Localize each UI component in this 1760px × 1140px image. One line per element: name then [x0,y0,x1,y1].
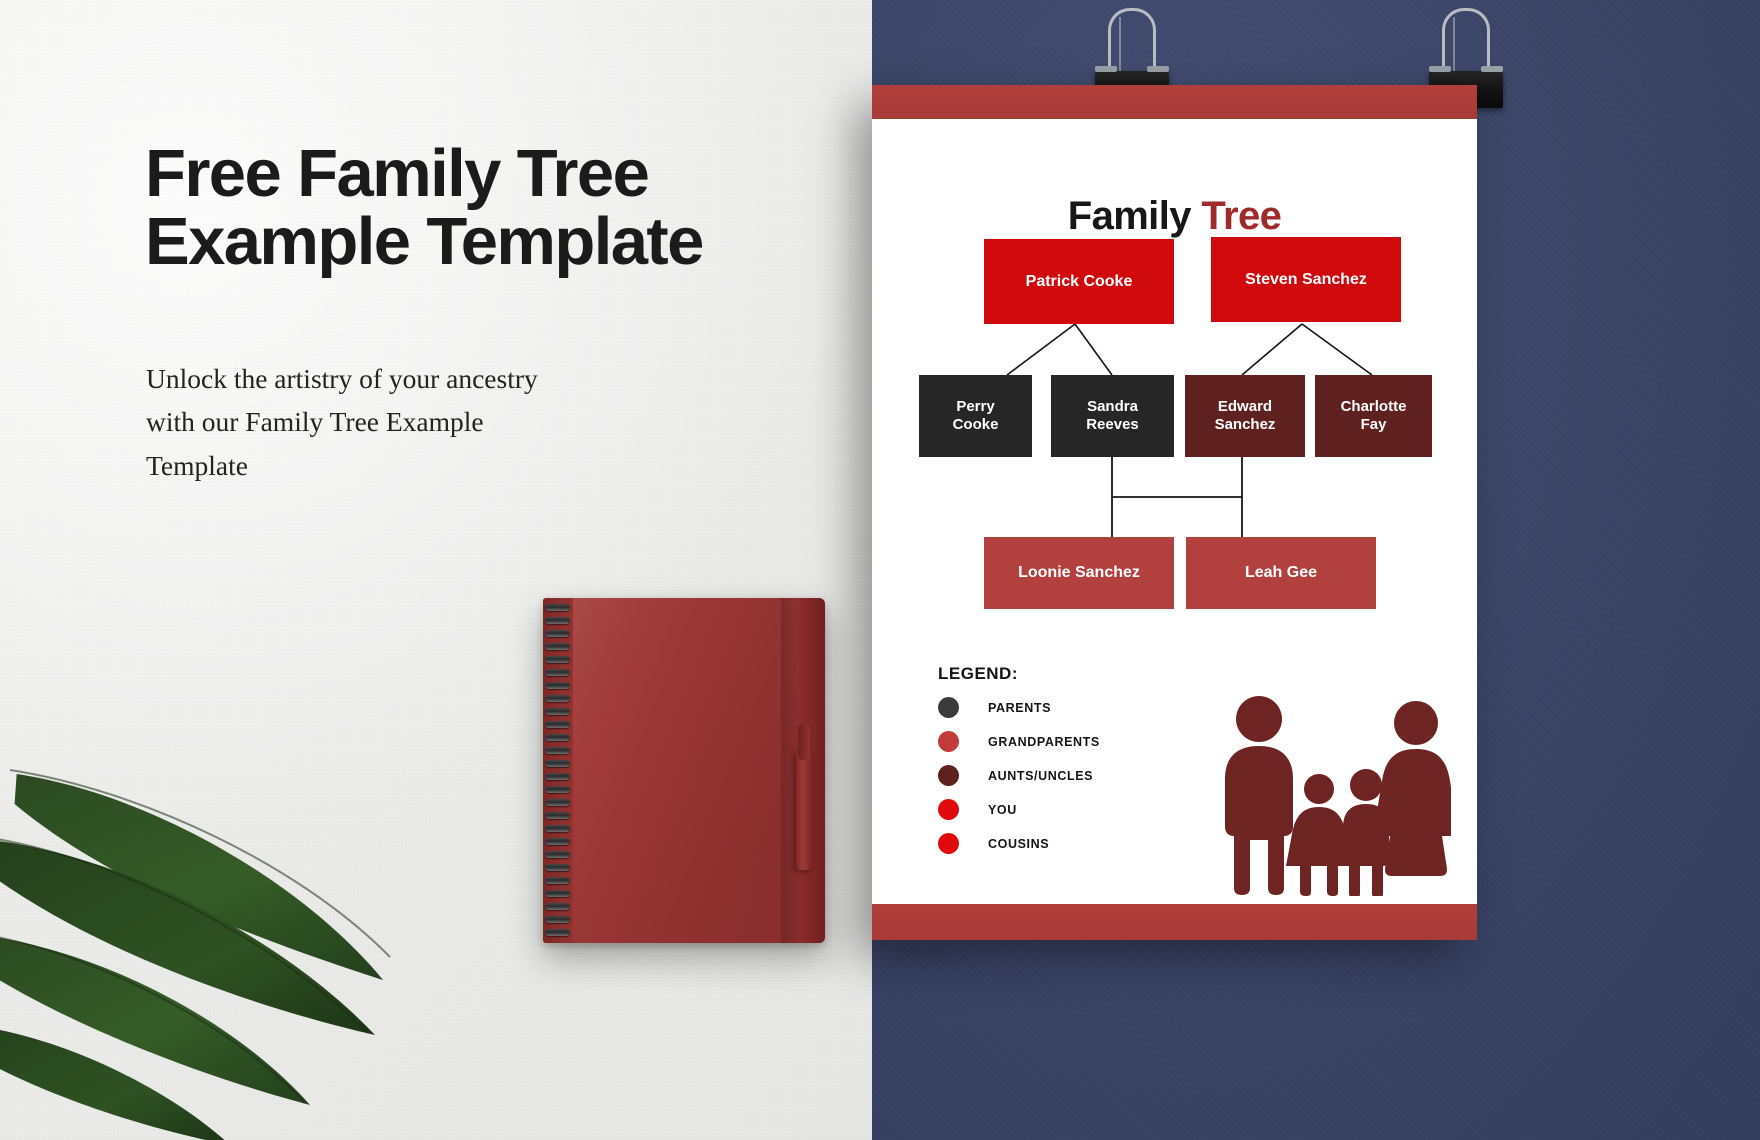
tree-node-generation2-0[interactable]: Perry Cooke [919,375,1032,457]
tree-node-generation3-0[interactable]: Loonie Sanchez [984,537,1174,609]
family-tree-poster: Family Tree Patrick Cooke Steven Sanchez… [872,85,1477,940]
legend-color-dot [938,833,959,854]
spiral-ring [545,695,570,702]
notebook-spiral-binding [543,598,573,943]
legend-item-label: GRANDPARENTS [988,734,1100,749]
tree-node-label: Edward Sanchez [1214,398,1276,433]
spiral-ring [545,825,570,832]
legend-item-label: COUSINS [988,836,1050,851]
spiral-ring [545,604,570,611]
legend-item-0: PARENTS [938,697,1218,718]
spiral-ring [545,630,570,637]
spiral-ring [545,760,570,767]
tree-node-generation3-1[interactable]: Leah Gee [1186,537,1376,609]
spiral-ring [545,864,570,871]
legend-item-label: AUNTS/UNCLES [988,768,1094,783]
legend-title: LEGEND: [938,664,1018,683]
legend-item-label: YOU [988,802,1017,817]
tree-node-generation1-1[interactable]: Steven Sanchez [1211,237,1401,322]
spiral-ring [545,708,570,715]
legend-rows: PARENTS GRANDPARENTS AUNTS/UNCLES YOU COUSIN… [938,697,1218,854]
spiral-ring [545,747,570,754]
spiral-ring [545,929,570,936]
spiral-ring [545,734,570,741]
notebook-mockup [543,598,825,943]
legend-item-4: COUSINS [938,833,1218,854]
legend-item-1: GRANDPARENTS [938,731,1218,752]
legend-color-dot [938,765,959,786]
tree-node-label: Charlotte Fay [1340,398,1407,433]
spiral-ring [545,903,570,910]
tree-node-generation1-0[interactable]: Patrick Cooke [984,239,1174,324]
poster-bottom-band [872,904,1477,940]
page-subcopy: Unlock the artistry of your ancestry wit… [146,363,538,481]
tree-node-generation2-3[interactable]: Charlotte Fay [1315,375,1432,457]
poster-top-band [872,85,1477,119]
legend: LEGEND: PARENTS GRANDPARENTS AUNTS/UNCLES Y… [938,664,1218,854]
spiral-ring [545,656,570,663]
spiral-ring [545,773,570,780]
promo-mockup-scene: Free Family Tree Example Template Unlock… [0,0,1760,1140]
spiral-ring [545,890,570,897]
spiral-ring [545,851,570,858]
spiral-ring [545,617,570,624]
spiral-ring [545,812,570,819]
legend-color-dot [938,731,959,752]
page-headline: Free Family Tree Example Template [145,136,704,280]
spiral-ring [545,669,570,676]
spiral-ring [545,682,570,689]
spiral-ring [545,799,570,806]
tree-node-generation2-1[interactable]: Sandra Reeves [1051,375,1174,457]
palm-leaves-decoration [0,745,450,1140]
spiral-ring [545,916,570,923]
poster-content: Family Tree Patrick Cooke Steven Sanchez… [872,119,1477,904]
spiral-ring [545,877,570,884]
legend-item-2: AUNTS/UNCLES [938,765,1218,786]
tree-node-label: Perry Cooke [952,398,999,433]
spiral-ring [545,838,570,845]
tree-node-generation2-2[interactable]: Edward Sanchez [1185,375,1305,457]
legend-item-3: YOU [938,799,1218,820]
legend-color-dot [938,799,959,820]
legend-color-dot [938,697,959,718]
legend-item-label: PARENTS [988,700,1052,715]
spiral-ring [545,721,570,728]
tree-node-label: Sandra Reeves [1086,398,1139,433]
spiral-ring [545,643,570,650]
pen-clip [798,724,810,760]
pen [796,724,813,870]
spiral-ring [545,786,570,793]
family-silhouette-illustration [1211,691,1459,898]
